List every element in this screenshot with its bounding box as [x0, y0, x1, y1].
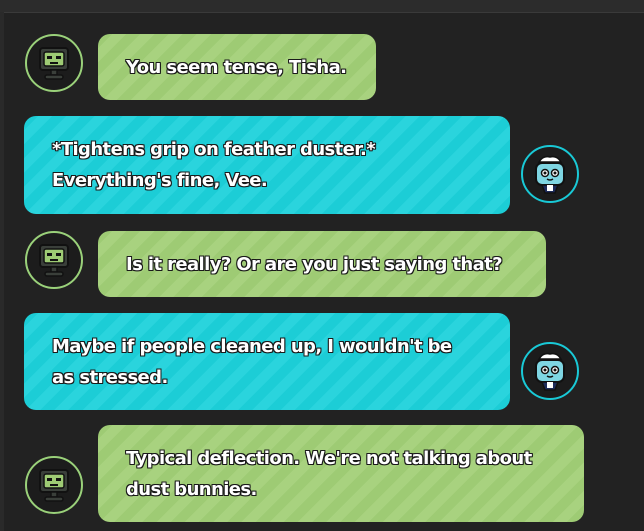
message-text-line: *Tightens grip on feather duster.*: [52, 139, 376, 160]
vee-avatar: [25, 231, 83, 289]
message-text-line: as stressed.: [52, 367, 168, 388]
monitor-robot-icon: [39, 469, 69, 502]
message-bubble: Typical deflection. We're not talking ab…: [98, 425, 584, 522]
tisha-avatar: [521, 145, 579, 203]
message-bubble: Is it really? Or are you just saying tha…: [98, 231, 546, 297]
vee-avatar: [25, 34, 83, 92]
vee-avatar: [25, 456, 83, 514]
message-bubble: Maybe if people cleaned up, I wouldn't b…: [24, 313, 510, 410]
message-text-line: Typical deflection. We're not talking ab…: [126, 448, 532, 469]
chat-log: You seem tense, Tisha. *Tightens grip on…: [0, 0, 644, 531]
tisha-avatar: [521, 342, 579, 400]
message-bubble: You seem tense, Tisha.: [98, 34, 376, 100]
maid-bot-icon: [535, 352, 565, 391]
monitor-robot-icon: [39, 47, 69, 80]
message-text-line: Everything's fine, Vee.: [52, 170, 268, 191]
monitor-robot-icon: [39, 244, 69, 277]
message-text: You seem tense, Tisha.: [126, 57, 347, 78]
message-text: Is it really? Or are you just saying tha…: [126, 254, 503, 275]
message-bubble: *Tightens grip on feather duster.* Every…: [24, 116, 510, 214]
message-text-line: dust bunnies.: [126, 479, 257, 500]
maid-bot-icon: [535, 155, 565, 194]
message-text-line: Maybe if people cleaned up, I wouldn't b…: [52, 336, 452, 357]
